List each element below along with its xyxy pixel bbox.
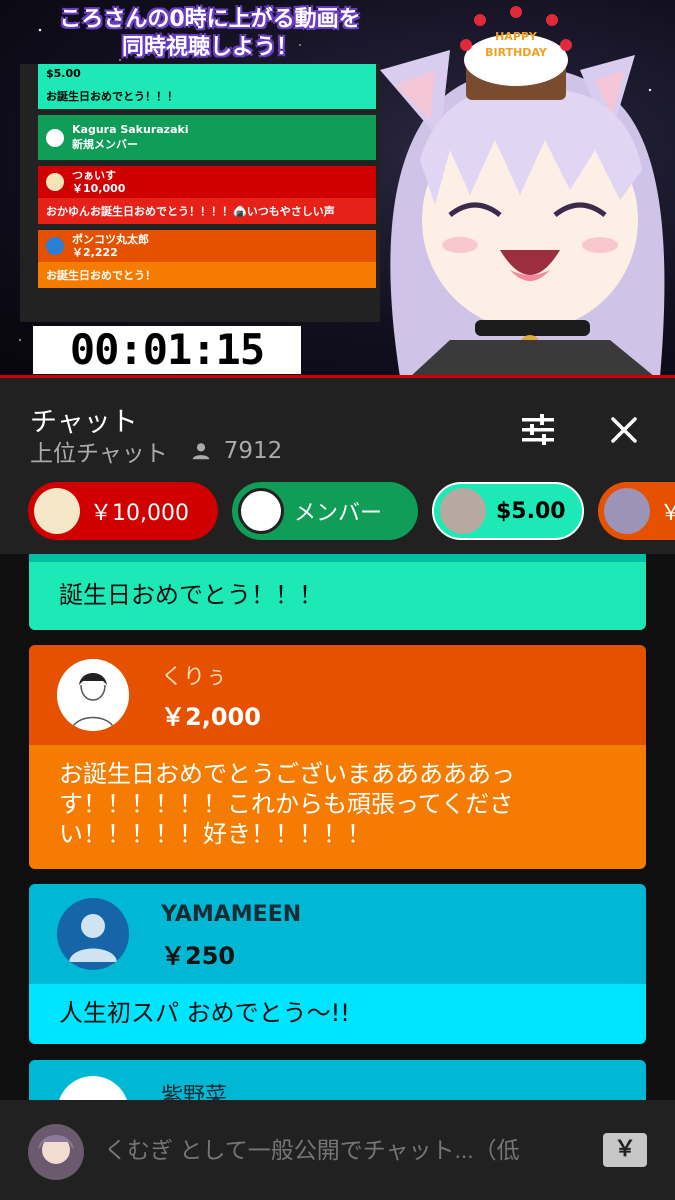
superchat-message: くりぅ ￥2,000 お誕生日おめでとうございまあああああっ す！！！！！！これ… <box>29 645 646 869</box>
avatar[interactable] <box>57 898 129 970</box>
chat-mode-label: 上位チャット <box>30 441 168 467</box>
superchat-amount: ￥250 <box>161 942 236 970</box>
overlay-amount: ￥2,222 <box>72 246 118 259</box>
overlay-name: ポンコツ丸太郎 <box>72 233 149 246</box>
cake-text-birthday: BIRTHDAY <box>485 46 548 59</box>
ticker-avatar <box>238 488 284 534</box>
ticker-item[interactable]: メンバー <box>232 482 418 540</box>
superchat-header: YAMAMEEN ￥250 <box>29 884 646 984</box>
overlay-superchat: つぁいす ￥10,000 おかゆんお誕生日おめでとう！！！！🍙いつもやさしい声 <box>38 166 376 224</box>
cake-text-happy: HAPPY <box>495 30 538 43</box>
message-text: お誕生日おめでとうございまあああああっ す！！！！！！これからも頑張ってくださ … <box>29 745 646 869</box>
overlay-superchat: ポンコツ丸太郎 ￥2,222 お誕生日おめでとう！ <box>38 230 376 288</box>
ticker-item[interactable]: $5.00 <box>432 482 584 540</box>
person-icon <box>192 443 210 460</box>
avatar[interactable] <box>57 1076 129 1100</box>
message-line: す！！！！！！これからも頑張ってくださ <box>59 790 514 818</box>
ticker-avatar <box>440 488 486 534</box>
message-line: い！！！！！好き！！！！！ <box>59 820 371 848</box>
ticker-item[interactable]: ￥ <box>598 482 675 540</box>
super-chat-button[interactable]: ￥ <box>603 1133 647 1167</box>
ticker-avatar <box>34 488 80 534</box>
stream-title-line-1: ころさんの0時に上がる動画を <box>59 7 361 32</box>
close-icon <box>611 417 637 443</box>
author-name[interactable]: くりぅ <box>161 659 227 691</box>
vtuber-character-illustration: HAPPY BIRTHDAY <box>380 6 665 377</box>
overlay-message: お誕生日おめでとう！！！ <box>38 83 376 109</box>
overlay-superchat: $5.00 お誕生日おめでとう！！！ <box>38 64 376 109</box>
superchat-message: 誕生日おめでとう！！！ <box>29 554 646 630</box>
overlay-message: お誕生日おめでとう！ <box>38 262 376 288</box>
self-avatar[interactable] <box>28 1124 84 1180</box>
superchat-header: くりぅ ￥2,000 <box>29 645 646 745</box>
video-player[interactable]: ころさんの0時に上がる動画を 同時視聴しよう！ $5.00 お誕生日おめでとう！… <box>0 0 675 377</box>
ticker-item[interactable]: ￥10,000 <box>28 482 218 540</box>
birthday-cake-icon: HAPPY BIRTHDAY <box>460 6 572 100</box>
message-text: 人生初スパ おめでとう〜!! <box>29 984 646 1044</box>
overlay-name: つぁいす <box>72 169 116 182</box>
user-avatar-icon <box>28 1124 84 1180</box>
stream-timer: 00:01:15 <box>33 326 301 374</box>
stream-title-line-2: 同時視聴しよう！ <box>121 35 298 60</box>
superchat-header-strip <box>29 554 646 562</box>
tune-icon <box>522 414 554 445</box>
chat-mode-selector[interactable]: 上位チャット 7912 <box>30 434 282 468</box>
message-line: お誕生日おめでとうございまあああああっ <box>59 760 515 788</box>
superchat-amount: ￥2,000 <box>161 703 261 731</box>
default-avatar-icon <box>57 898 129 970</box>
overlay-avatar <box>46 173 64 191</box>
overlay-member: Kagura Sakurazaki 新規メンバー <box>38 115 376 160</box>
message-text: 誕生日おめでとう！！！ <box>59 581 323 609</box>
author-name[interactable]: 紫野菜 <box>161 1078 227 1100</box>
superchat-message: 紫野菜 <box>29 1060 646 1100</box>
superchat-message: YAMAMEEN ￥250 人生初スパ おめでとう〜!! <box>29 884 646 1044</box>
ticker-label: ￥10,000 <box>90 501 189 526</box>
line-drawn-avatar-icon <box>57 659 129 731</box>
overlay-avatar <box>46 237 64 255</box>
overlay-member-name: Kagura Sakurazaki <box>72 123 189 136</box>
superchat-ticker-bar: ￥10,000 メンバー $5.00 ￥ <box>0 482 675 544</box>
chat-message-input[interactable] <box>104 1128 564 1172</box>
overlay-message: おかゆんお誕生日おめでとう！！！！🍙いつもやさしい声 <box>38 198 376 224</box>
overlay-amount: $5.00 <box>38 64 376 83</box>
chat-header: チャット 上位チャット 7912 ￥10,000 メンバー $5.00 ￥ <box>0 378 675 554</box>
overlay-chat-panel: $5.00 お誕生日おめでとう！！！ Kagura Sakurazaki 新規メ… <box>20 64 380 322</box>
chat-filter-button[interactable] <box>516 408 560 452</box>
chat-input-bar: ￥ <box>0 1100 675 1200</box>
chat-message-list[interactable]: 誕生日おめでとう！！！ くりぅ ￥2,000 お誕生日おめでとうございまああああ… <box>0 554 675 1100</box>
ticker-label: $5.00 <box>496 498 566 524</box>
overlay-amount: ￥10,000 <box>72 182 126 195</box>
ticker-label: ￥ <box>660 501 675 526</box>
stream-overlay-title: ころさんの0時に上がる動画を 同時視聴しよう！ <box>30 6 390 62</box>
overlay-avatar <box>46 128 64 147</box>
ticker-label: メンバー <box>294 501 383 526</box>
author-name[interactable]: YAMAMEEN <box>161 902 301 927</box>
overlay-member-label: 新規メンバー <box>72 138 138 151</box>
viewer-count: 7912 <box>223 438 283 464</box>
avatar[interactable] <box>57 659 129 731</box>
superchat-header: 紫野菜 <box>29 1060 646 1100</box>
chat-close-button[interactable] <box>602 408 646 452</box>
ticker-avatar <box>604 488 650 534</box>
